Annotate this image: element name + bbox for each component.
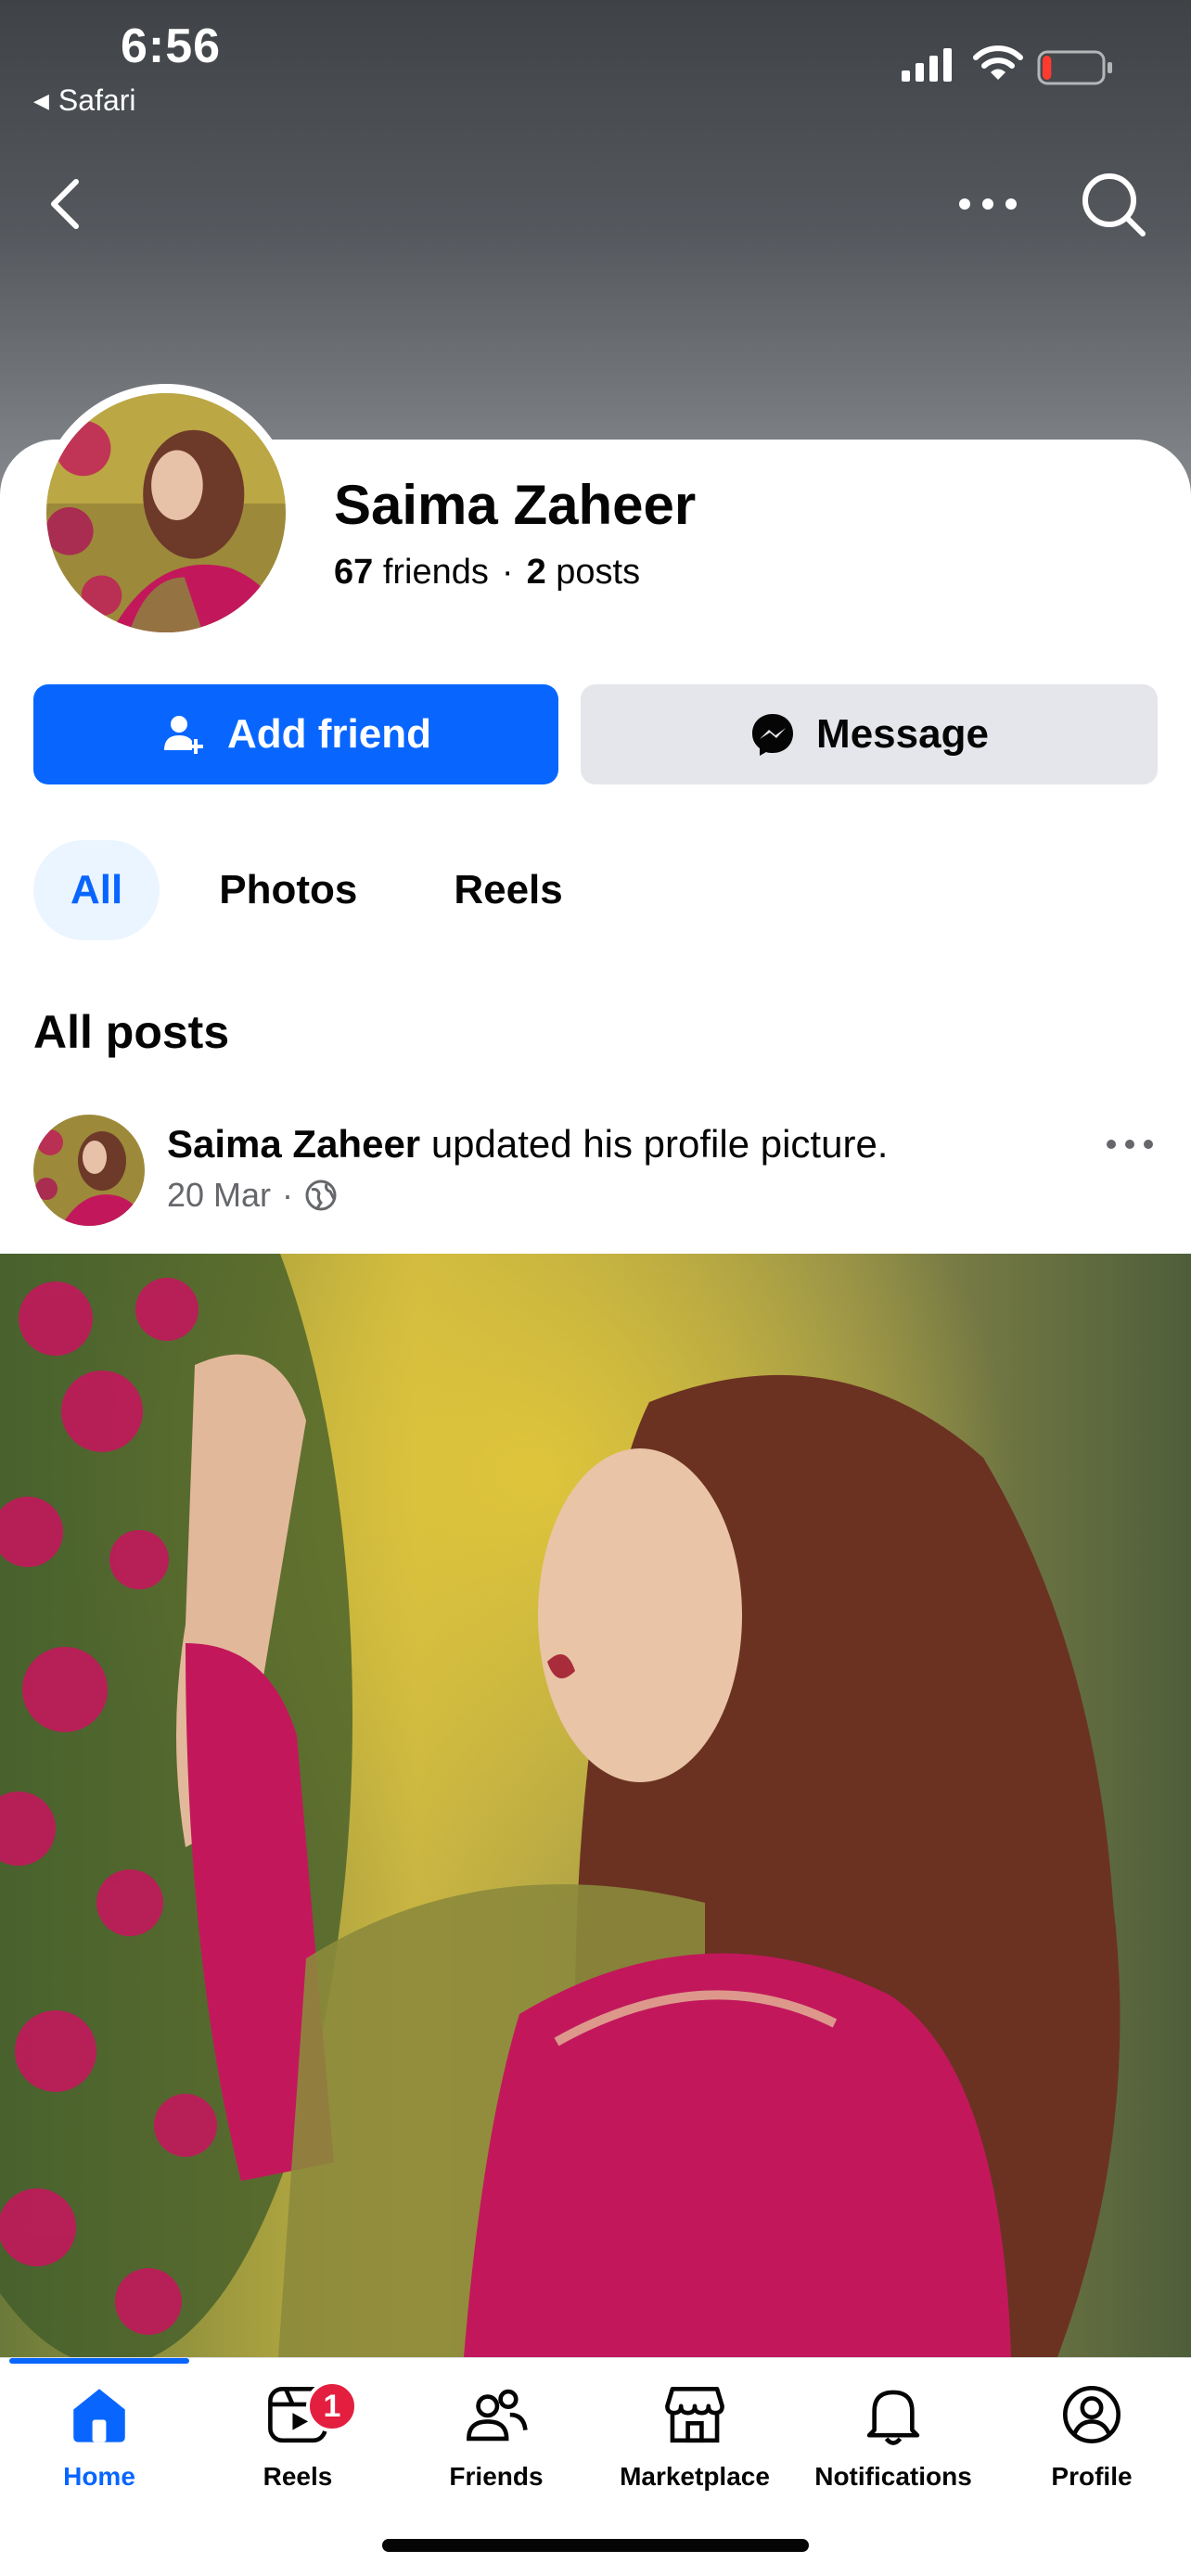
nav-friends[interactable]: Friends [397,2380,596,2492]
meta-separator: · [282,1176,294,1214]
tab-all[interactable]: All [33,840,160,940]
wifi-icon [973,45,1023,80]
post-photo[interactable] [0,1254,1191,2357]
message-label: Message [816,711,989,757]
post-author-avatar[interactable] [33,1115,145,1226]
nav-marketplace-label: Marketplace [620,2462,770,2491]
add-friend-button[interactable]: Add friend [33,684,558,784]
profile-stats: 67 friends · 2 posts [334,553,641,592]
post-date[interactable]: 20 Mar [167,1176,271,1215]
nav-reels[interactable]: 1 Reels [198,2380,397,2492]
friends-label[interactable]: friends [383,553,489,592]
posts-count: 2 [526,553,546,592]
nav-profile-label: Profile [1051,2462,1133,2491]
profile-icon [1063,2386,1121,2443]
home-icon [73,2389,125,2442]
back-triangle-icon: ◀ [33,88,49,112]
post-author-name[interactable]: Saima Zaheer [167,1122,420,1166]
section-title: All posts [33,1006,230,1058]
cellular-signal-icon [902,48,952,82]
battery-icon [1037,50,1112,85]
profile-avatar[interactable] [37,384,295,642]
status-time: 6:56 [121,19,222,73]
nav-marketplace[interactable]: Marketplace [596,2380,794,2492]
marketplace-icon [665,2386,724,2443]
profile-name: Saima Zaheer [334,474,697,536]
add-person-icon [164,716,203,754]
post-meta: 20 Mar · [167,1176,338,1215]
chevron-left-icon[interactable] [37,167,93,241]
tab-reels[interactable]: Reels [416,840,599,940]
avatar-photo [46,393,286,632]
message-button[interactable]: Message [581,684,1158,784]
back-app-label: Safari [58,83,136,117]
active-tab-indicator [9,2358,189,2364]
nav-profile[interactable]: Profile [992,2380,1191,2492]
tab-photos[interactable]: Photos [182,840,394,940]
back-to-safari[interactable]: ◀ Safari [33,83,136,118]
nav-home-label: Home [63,2462,135,2491]
bell-icon [866,2390,920,2445]
post-action-text: updated his profile picture. [430,1122,889,1166]
status-bar: 6:56 ◀ Safari [0,0,1191,130]
search-icon[interactable] [1078,167,1148,241]
nav-friends-label: Friends [449,2462,544,2491]
friends-count: 67 [334,553,374,592]
nav-home[interactable]: Home [0,2380,198,2492]
home-indicator[interactable] [382,2539,809,2552]
messenger-icon [752,714,794,756]
more-horizontal-icon[interactable] [955,185,1020,223]
reels-badge: 1 [306,2380,358,2432]
friends-icon [467,2389,528,2442]
content-tabs: All Photos Reels [33,840,600,940]
post-more-icon[interactable] [1104,1133,1156,1155]
post-title: Saima Zaheer updated his profile picture… [167,1122,888,1167]
nav-notifications[interactable]: Notifications [794,2380,992,2492]
nav-notifications-label: Notifications [814,2462,972,2491]
add-friend-label: Add friend [227,711,431,757]
globe-icon [305,1180,337,1211]
nav-reels-label: Reels [263,2462,333,2491]
posts-label: posts [556,553,641,592]
